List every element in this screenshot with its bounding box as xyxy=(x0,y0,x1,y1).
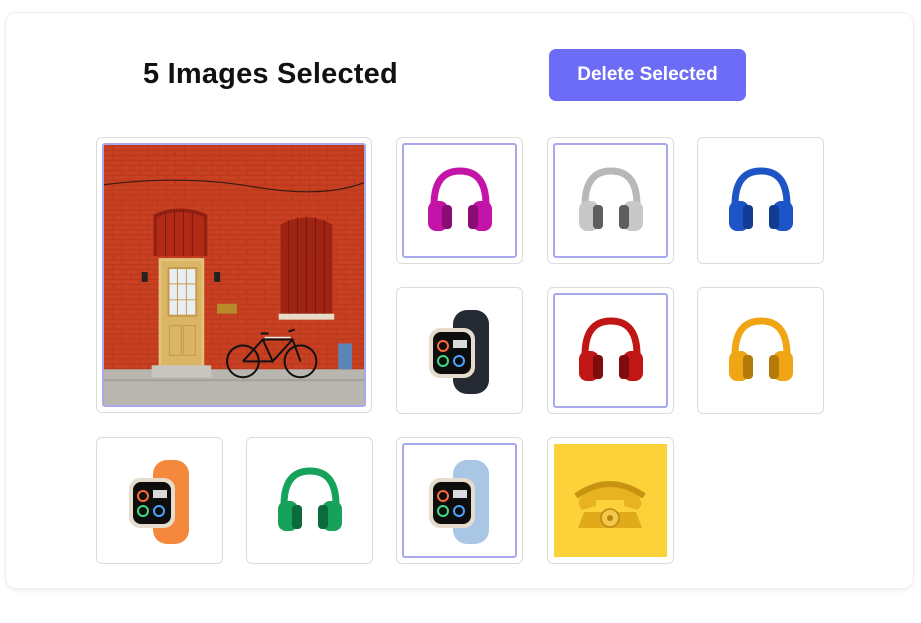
gallery-tile-headphones-red[interactable] xyxy=(547,287,674,414)
headphones-green-icon xyxy=(252,443,367,558)
gallery-tile-headphones-magenta[interactable] xyxy=(396,137,523,264)
delete-selected-button[interactable]: Delete Selected xyxy=(549,49,746,101)
gallery-tile-smartwatch-black[interactable] xyxy=(396,287,523,414)
gallery-tile-headphones-orange[interactable] xyxy=(697,287,824,414)
smartwatch-black-icon xyxy=(402,293,517,408)
headphones-orange-icon xyxy=(703,293,818,408)
gallery-tile-smartwatch-lightblue[interactable] xyxy=(396,437,523,564)
page-title: 5 Images Selected xyxy=(143,58,398,90)
gallery-tile-smartwatch-orange[interactable] xyxy=(96,437,223,564)
smartwatch-orange-icon xyxy=(102,443,217,558)
headphones-red-icon xyxy=(553,293,668,408)
gallery-tile-yellow-phone[interactable] xyxy=(547,437,674,564)
yellow-phone-photo xyxy=(553,443,668,558)
headphones-gray-icon xyxy=(553,143,668,258)
gallery-tile-brick-wall[interactable] xyxy=(96,137,372,413)
gallery-tile-headphones-gray[interactable] xyxy=(547,137,674,264)
gallery-tile-headphones-green[interactable] xyxy=(246,437,373,564)
smartwatch-lightblue-icon xyxy=(402,443,517,558)
brick-wall-bicycle-photo xyxy=(102,143,366,407)
gallery-tile-headphones-blue[interactable] xyxy=(697,137,824,264)
headphones-blue-icon xyxy=(703,143,818,258)
headphones-magenta-icon xyxy=(402,143,517,258)
